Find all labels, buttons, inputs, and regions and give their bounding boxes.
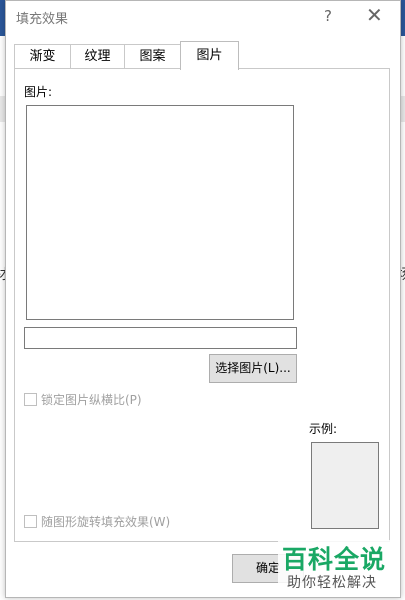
watermark-logo: 百科全说 助你轻松解决	[278, 540, 395, 596]
picture-path-field	[24, 327, 297, 349]
rotate-with-shape-checkbox[interactable]	[24, 515, 37, 528]
picture-tab-panel: 图片: 选择图片(L)... 锁定图片纵横比(P) 示例: 随图形旋转填充效果(…	[14, 68, 390, 542]
help-icon[interactable]: ?	[324, 7, 332, 25]
sample-preview	[311, 442, 379, 529]
sample-label: 示例:	[309, 422, 338, 436]
fill-effects-dialog: 填充效果 ? ✕ 渐变 纹理 图案 图片 图片: 选择图片(L)... 锁定图片…	[5, 0, 401, 598]
lock-aspect-checkbox[interactable]	[24, 393, 37, 406]
tab-gradient[interactable]: 渐变	[14, 44, 71, 69]
tab-picture[interactable]: 图片	[180, 41, 239, 70]
tab-texture[interactable]: 纹理	[70, 44, 125, 69]
dialog-title: 填充效果	[16, 12, 69, 27]
picture-label: 图片:	[24, 85, 53, 99]
rotate-with-shape-label: 随图形旋转填充效果(W)	[41, 515, 171, 529]
close-icon[interactable]: ✕	[366, 3, 383, 27]
lock-aspect-label: 锁定图片纵横比(P)	[41, 393, 142, 407]
dialog-titlebar[interactable]: 填充效果 ? ✕	[6, 1, 400, 31]
watermark-main-text: 百科全说	[282, 545, 387, 574]
picture-preview	[26, 105, 294, 320]
watermark-sub-text: 助你轻松解决	[287, 575, 377, 591]
select-picture-button[interactable]: 选择图片(L)...	[209, 354, 297, 383]
tab-pattern[interactable]: 图案	[124, 44, 181, 69]
